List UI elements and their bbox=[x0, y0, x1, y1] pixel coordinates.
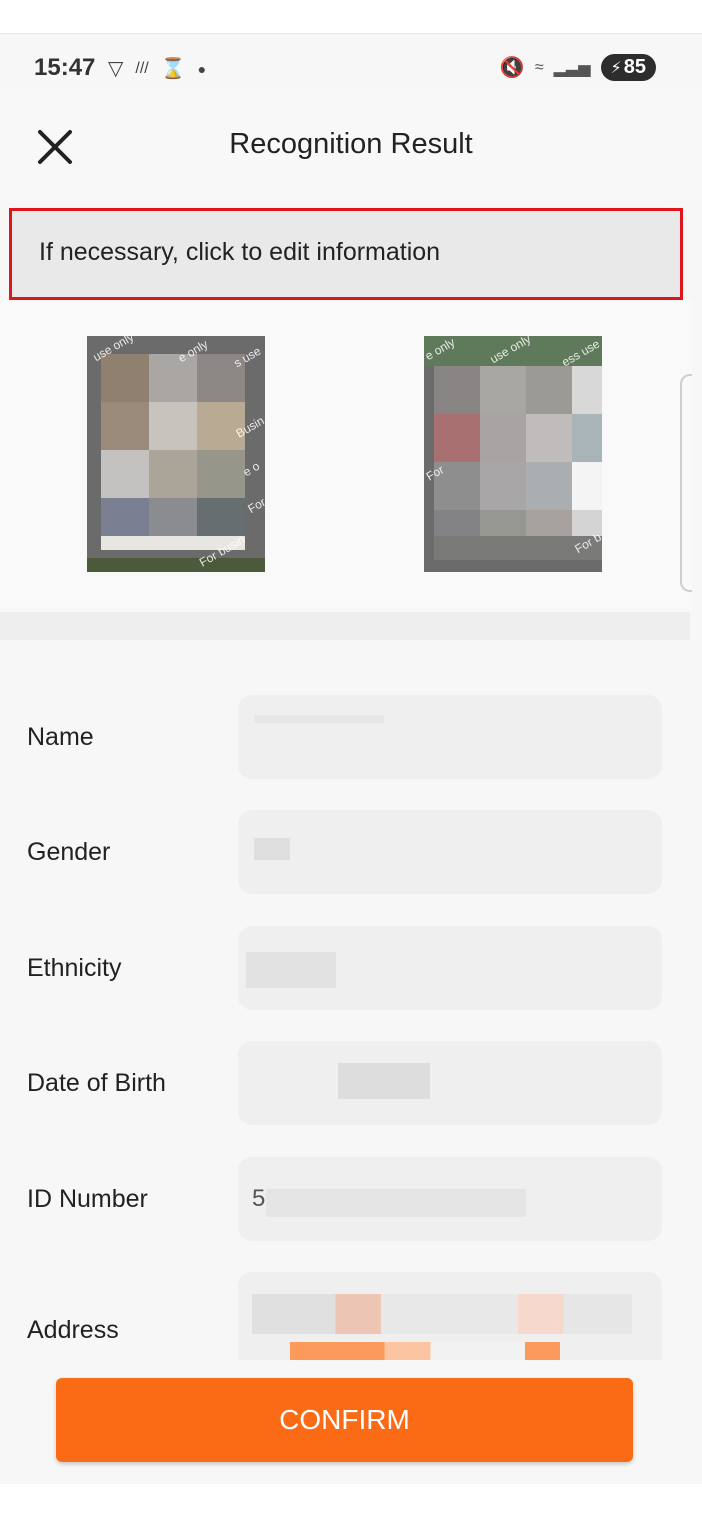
redacted-value bbox=[254, 838, 290, 860]
id-card-back-image[interactable]: e only use only ess use For For b bbox=[424, 336, 602, 572]
form-row-dob: Date of Birth bbox=[0, 1041, 702, 1127]
gender-label: Gender bbox=[27, 838, 111, 866]
mute-icon: 🔇 bbox=[499, 57, 525, 79]
id-number-label: ID Number bbox=[27, 1185, 148, 1213]
confirm-button[interactable]: CONFIRM bbox=[56, 1378, 633, 1462]
form-row-gender: Gender bbox=[0, 810, 702, 896]
shield-v-icon: ▽ bbox=[108, 58, 124, 80]
pixelated-content bbox=[434, 366, 602, 558]
edit-notice-text: If necessary, click to edit information bbox=[39, 238, 441, 266]
form-row-id-number: ID Number bbox=[0, 1157, 702, 1243]
cell-signal-icon: ▂▃▅ bbox=[553, 59, 591, 77]
redacted-value bbox=[338, 1063, 430, 1099]
ethnicity-label: Ethnicity bbox=[27, 954, 122, 982]
redacted-value bbox=[266, 1189, 526, 1217]
name-field[interactable] bbox=[238, 695, 662, 779]
battery-indicator: ⚡ 85 bbox=[600, 54, 656, 81]
recognition-form: Name Gender Ethnicity Date of Birth ID N… bbox=[0, 640, 702, 1360]
form-row-ethnicity: Ethnicity bbox=[0, 926, 702, 1012]
photo-bottom bbox=[87, 558, 265, 572]
page-title: Recognition Result bbox=[229, 128, 473, 160]
form-row-address: Address bbox=[0, 1272, 702, 1360]
address-label: Address bbox=[27, 1316, 119, 1344]
signal-lines-icon: /// bbox=[135, 59, 149, 77]
side-scroll-handle[interactable] bbox=[680, 374, 692, 592]
status-icons-right: 🔇 ≈ ▂▃▅ ⚡ 85 bbox=[500, 54, 656, 81]
watermark-text: s use bbox=[231, 343, 264, 371]
form-row-name: Name bbox=[0, 695, 702, 781]
id-photos-section: use only e only s use Busin e o For b Fo… bbox=[0, 300, 692, 610]
id-card-front-image[interactable]: use only e only s use Busin e o For b Fo… bbox=[87, 336, 265, 572]
dot-icon: ● bbox=[197, 60, 207, 77]
pixelated-content bbox=[101, 354, 245, 546]
footer-bar: CONFIRM bbox=[0, 1360, 702, 1484]
dob-label: Date of Birth bbox=[27, 1069, 166, 1097]
redacted-value bbox=[252, 1294, 632, 1334]
page-header: Recognition Result bbox=[0, 88, 702, 202]
status-time: 15:47 bbox=[34, 54, 96, 81]
watermark-text: For b bbox=[245, 490, 265, 517]
hourglass-icon: ⌛ bbox=[160, 58, 186, 80]
redacted-value bbox=[246, 952, 336, 988]
gender-field[interactable] bbox=[238, 810, 662, 894]
charging-icon: ⚡ bbox=[610, 59, 622, 77]
battery-level: 85 bbox=[623, 56, 646, 78]
section-divider bbox=[0, 612, 690, 640]
name-label: Name bbox=[27, 723, 94, 751]
redacted-value bbox=[290, 1342, 560, 1360]
dob-field[interactable] bbox=[238, 1041, 662, 1125]
redacted-value bbox=[254, 715, 384, 723]
wifi-icon: ≈ bbox=[534, 58, 544, 76]
edit-notice-banner[interactable]: If necessary, click to edit information bbox=[9, 208, 683, 300]
status-icons-left: ▽ /// ⌛ ● bbox=[108, 56, 206, 81]
